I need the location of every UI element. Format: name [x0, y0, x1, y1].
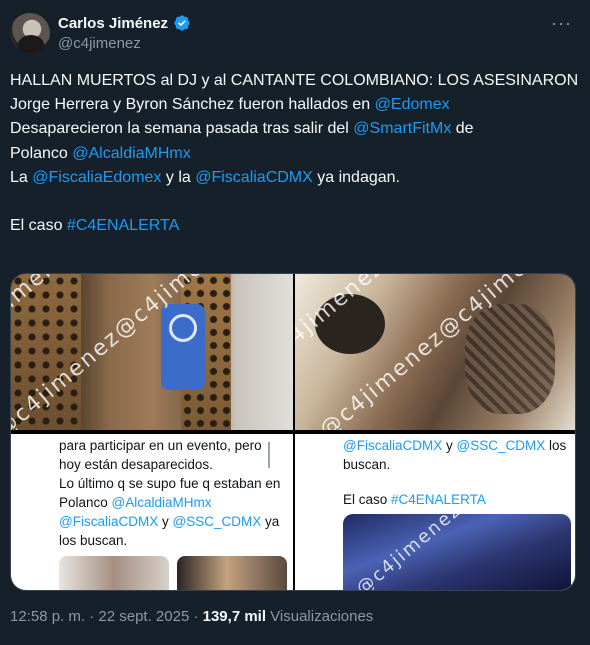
screenshot-line: hoy están desaparecidos. — [59, 457, 213, 472]
avatar[interactable] — [10, 13, 50, 53]
tweet-header: Carlos Jiménez @c4jimenez ··· — [0, 0, 590, 60]
tweet-line-text: Polanco — [10, 144, 73, 162]
mention-link-alcaldia[interactable]: @AlcaldiaMHmx — [72, 145, 190, 162]
tweet-line: Jorge Herrera y Byron Sánchez fueron hal… — [10, 93, 580, 117]
media-image-right[interactable]: @c4jimenez@c4jimenez @c4jimenez@c4jimene… — [295, 274, 575, 590]
screenshot-text: y — [158, 514, 173, 529]
photo-left: @c4jimenez@c4jimenez @c4jimenez@c4jimene… — [11, 274, 293, 430]
more-options-icon[interactable]: ··· — [551, 14, 572, 32]
photo-right: @c4jimenez@c4jimenez @c4jimenez@c4jimene… — [295, 274, 575, 430]
screenshot-hashtag: #C4ENALERTA — [391, 492, 486, 507]
screenshot-text: Polanco — [59, 495, 112, 510]
screenshot-line: @FiscaliaCDMX y @SSC_CDMX ya — [59, 512, 293, 531]
views-count: 139,7 mil — [202, 608, 267, 625]
tweet-line-text: de — [451, 120, 474, 138]
screenshot-thumbnails — [59, 556, 287, 590]
tweet-line-text: ya indagan. — [312, 168, 400, 186]
screenshot-text: los — [545, 438, 567, 453]
tweet-line-text: La — [10, 168, 33, 186]
tweet-metadata: 12:58 p. m. · 22 sept. 2025 · 139,7 mil … — [10, 608, 373, 625]
mention-link-fiscalia-cdmx[interactable]: @FiscaliaCDMX — [195, 169, 313, 186]
tweet-line-text: Desaparecieron la semana pasada tras sal… — [10, 120, 354, 138]
tweet-headline: HALLAN MUERTOS al DJ y al CANTANTE COLOM… — [10, 72, 579, 89]
mention-link-edomex[interactable]: @Edomex — [375, 96, 450, 113]
screenshot-line: para participar en un evento, pero — [59, 438, 262, 453]
screenshot-mention: @AlcaldiaMHmx — [111, 495, 212, 510]
media-image-left[interactable]: @c4jimenez@c4jimenez @c4jimenez@c4jimene… — [11, 274, 293, 590]
tattoo-image — [465, 304, 555, 414]
screenshot-text: ya — [261, 514, 280, 529]
tweet-line-text: Jorge Herrera y Byron Sánchez fueron hal… — [10, 96, 375, 114]
phone-image — [161, 304, 205, 390]
author-display-name[interactable]: Carlos Jiménez — [58, 15, 168, 32]
embedded-screenshot-left: para participar en un evento, pero hoy e… — [11, 434, 293, 590]
screenshot-line: Lo último q se supo fue q estaban en — [59, 476, 281, 491]
watermark-text: @c4jimenez@c4jimenez — [352, 514, 565, 590]
thumbnail-image — [59, 556, 169, 590]
author-handle[interactable]: @c4jimenez — [58, 35, 141, 52]
screenshot-line: Polanco @AlcaldiaMHmx — [59, 493, 293, 512]
screenshot-mention: @SSC_CDMX — [172, 514, 262, 529]
screenshot-mention: @FiscaliaCDMX — [343, 438, 443, 453]
mention-link-fiscalia-edomex[interactable]: @FiscaliaEdomex — [32, 169, 161, 186]
hashtag-link[interactable]: #C4ENALERTA — [67, 217, 179, 234]
screenshot-text: El caso — [343, 492, 392, 507]
tweet-line-text: y la — [161, 168, 196, 186]
tweet-line-text: El caso — [10, 217, 67, 235]
verified-badge-icon — [174, 15, 190, 31]
video-thumbnail: @c4jimenez@c4jimenez — [343, 514, 571, 590]
screenshot-line: los buscan. — [59, 533, 128, 548]
embedded-screenshot-right: @FiscaliaCDMX y @SSC_CDMX los buscan. El… — [295, 434, 575, 590]
tweet-line: El caso #C4ENALERTA — [10, 214, 580, 238]
mention-link-smartfit[interactable]: @SmartFitMx — [353, 120, 451, 137]
author-name-row[interactable]: Carlos Jiménez — [58, 14, 191, 32]
thumbnail-image — [177, 556, 287, 590]
tweet-line: Polanco @AlcaldiaMHmx — [10, 142, 580, 166]
screenshot-line: buscan. — [343, 457, 391, 472]
screenshot-mention: @SSC_CDMX — [456, 438, 546, 453]
screenshot-mention: @FiscaliaCDMX — [59, 514, 159, 529]
screenshot-line: @FiscaliaCDMX y @SSC_CDMX los — [343, 436, 575, 455]
tweet-text: HALLAN MUERTOS al DJ y al CANTANTE COLOM… — [10, 69, 580, 238]
media-grid: @c4jimenez@c4jimenez @c4jimenez@c4jimene… — [10, 273, 576, 591]
tweet-line: La @FiscaliaEdomex y la @FiscaliaCDMX ya… — [10, 166, 580, 190]
tweet-line: Desaparecieron la semana pasada tras sal… — [10, 117, 580, 141]
timestamp[interactable]: 12:58 p. m. · 22 sept. 2025 · — [10, 608, 203, 625]
screenshot-line: El caso #C4ENALERTA — [343, 490, 575, 509]
views-label: Visualizaciones — [266, 608, 374, 625]
screenshot-text: y — [442, 438, 457, 453]
